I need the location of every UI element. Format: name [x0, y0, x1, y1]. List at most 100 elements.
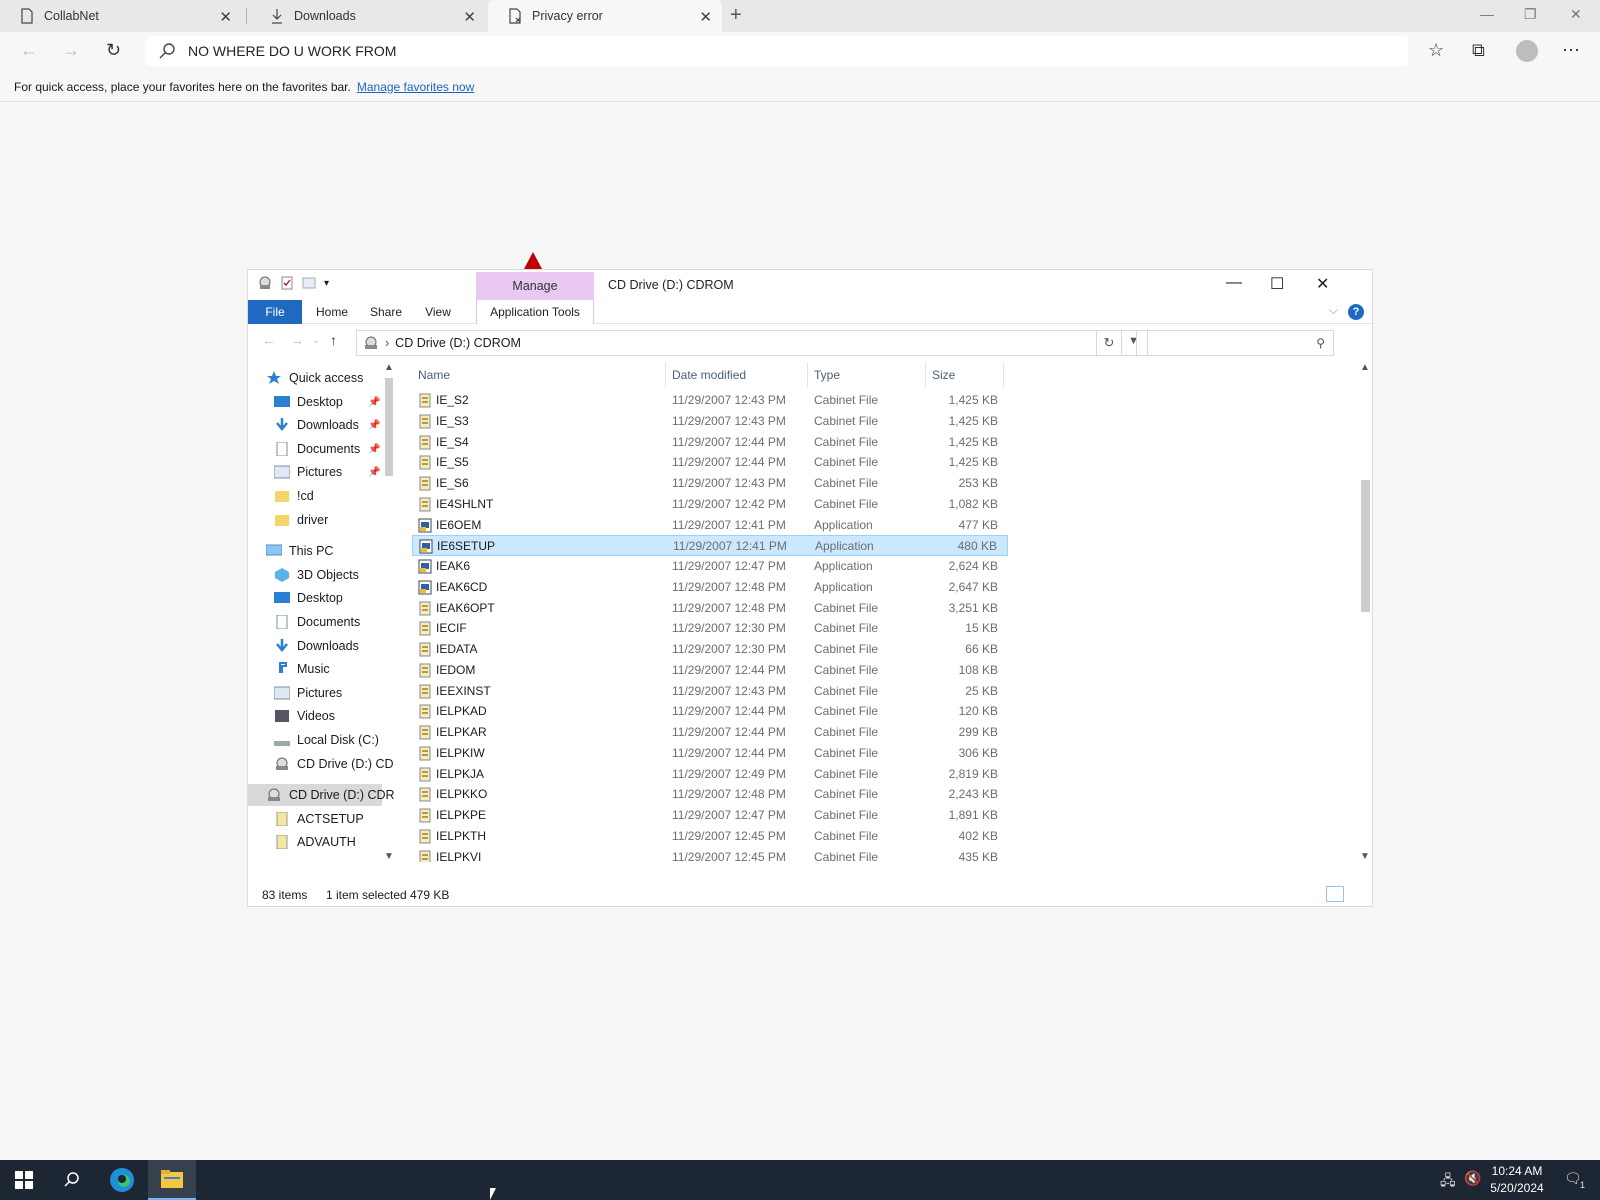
- file-list-scrollbar[interactable]: ▲ ▼: [1358, 362, 1372, 862]
- minimize-icon[interactable]: —: [1226, 274, 1242, 292]
- nav-item[interactable]: Documents 📌: [274, 438, 382, 460]
- file-row[interactable]: IE_S6 11/29/2007 12:43 PM Cabinet File 253 …: [412, 473, 1008, 494]
- start-button[interactable]: [0, 1160, 48, 1200]
- refresh-icon[interactable]: ↻: [106, 40, 121, 61]
- column-header-size[interactable]: Size: [926, 362, 1004, 388]
- file-row[interactable]: IE4SHLNT 11/29/2007 12:42 PM Cabinet File 1…: [412, 494, 1008, 515]
- pin-icon[interactable]: 📌: [368, 420, 380, 431]
- file-row[interactable]: IEAK6OPT 11/29/2007 12:48 PM Cabinet File 3…: [412, 598, 1008, 619]
- nav-item[interactable]: driver: [274, 509, 382, 531]
- clock[interactable]: 10:24 AM 5/20/2024: [1486, 1163, 1548, 1197]
- help-icon[interactable]: ?: [1348, 304, 1364, 320]
- forward-icon[interactable]: →: [290, 332, 304, 348]
- tab-downloads[interactable]: Downloads ✕: [250, 0, 486, 32]
- file-row[interactable]: IE_S3 11/29/2007 12:43 PM Cabinet File 1,42…: [412, 411, 1008, 432]
- refresh-icon[interactable]: ↻: [1096, 330, 1122, 356]
- nav-item[interactable]: Pictures 📌: [274, 461, 382, 483]
- manage-favorites-link[interactable]: Manage favorites now: [357, 80, 474, 94]
- file-row[interactable]: IE_S4 11/29/2007 12:44 PM Cabinet File 1,42…: [412, 432, 1008, 453]
- file-scroll-thumb[interactable]: [1361, 480, 1370, 612]
- nav-item[interactable]: CD Drive (D:) CD: [274, 753, 394, 775]
- tab-home[interactable]: Home: [308, 300, 356, 324]
- file-row[interactable]: IELPKAR 11/29/2007 12:44 PM Cabinet File 29…: [412, 722, 1008, 743]
- file-row[interactable]: IEEXINST 11/29/2007 12:43 PM Cabinet File 2…: [412, 681, 1008, 702]
- nav-item[interactable]: Desktop: [274, 587, 382, 609]
- tab-privacy-error[interactable]: Privacy error ✕: [488, 0, 722, 32]
- nav-item[interactable]: 3D Objects: [274, 564, 382, 586]
- search-input[interactable]: ⚲: [1136, 330, 1334, 356]
- nav-item[interactable]: Desktop 📌: [274, 391, 382, 413]
- file-row[interactable]: IEAK6 11/29/2007 12:47 PM Application 2,624…: [412, 556, 1008, 577]
- large-icons-view-icon[interactable]: [1348, 886, 1366, 902]
- nav-item[interactable]: This PC: [266, 540, 382, 562]
- pin-icon[interactable]: 📌: [368, 397, 380, 408]
- file-row[interactable]: IELPKAD 11/29/2007 12:44 PM Cabinet File 12…: [412, 701, 1008, 722]
- file-row[interactable]: IELPKJA 11/29/2007 12:49 PM Cabinet File 2,…: [412, 764, 1008, 785]
- nav-item[interactable]: Downloads 📌: [274, 414, 382, 436]
- pin-icon[interactable]: 📌: [368, 444, 380, 455]
- column-header-date-modified[interactable]: Date modified: [666, 362, 808, 388]
- file-row[interactable]: IELPKTH 11/29/2007 12:45 PM Cabinet File 40…: [412, 826, 1008, 847]
- address-bar[interactable]: NO WHERE DO U WORK FROM: [146, 36, 1408, 66]
- customize-qat-icon[interactable]: ▾: [324, 278, 329, 289]
- nav-item[interactable]: Pictures: [274, 682, 382, 704]
- file-row[interactable]: IE_S5 11/29/2007 12:44 PM Cabinet File 1,42…: [412, 452, 1008, 473]
- tab-application-tools[interactable]: Application Tools: [476, 300, 594, 324]
- volume-muted-icon[interactable]: 🔇: [1464, 1170, 1481, 1187]
- nav-item[interactable]: CD Drive (D:) CDR: [248, 784, 395, 806]
- new-folder-icon[interactable]: [302, 276, 316, 290]
- back-icon[interactable]: ←: [20, 40, 38, 61]
- back-icon[interactable]: ←: [262, 332, 276, 348]
- scroll-up-icon[interactable]: ▲: [384, 362, 394, 373]
- recent-locations-icon[interactable]: ⌄: [312, 335, 320, 346]
- nav-item[interactable]: Downloads: [274, 635, 382, 657]
- nav-item[interactable]: Quick access: [266, 367, 382, 389]
- nav-item[interactable]: Documents: [274, 611, 382, 633]
- nav-item[interactable]: ADVAUTH: [274, 831, 382, 853]
- close-icon[interactable]: ✕: [1316, 274, 1329, 294]
- file-row[interactable]: IELPKIW 11/29/2007 12:44 PM Cabinet File 30…: [412, 743, 1008, 764]
- close-tab-icon[interactable]: ✕: [699, 8, 712, 26]
- up-icon[interactable]: ↑: [330, 332, 337, 348]
- taskbar-edge-button[interactable]: [98, 1160, 146, 1200]
- file-row[interactable]: IE_S2 11/29/2007 12:43 PM Cabinet File 1,42…: [412, 390, 1008, 411]
- minimize-browser-icon[interactable]: —: [1480, 6, 1494, 22]
- restore-browser-icon[interactable]: ❐: [1524, 6, 1537, 23]
- tab-share[interactable]: Share: [362, 300, 410, 324]
- file-row[interactable]: IEDOM 11/29/2007 12:44 PM Cabinet File 108 …: [412, 660, 1008, 681]
- nav-scrollbar[interactable]: ▲ ▼: [382, 362, 396, 862]
- forward-icon[interactable]: →: [62, 40, 80, 61]
- column-header-type[interactable]: Type: [808, 362, 926, 388]
- favorites-icon[interactable]: ☆: [1428, 40, 1444, 61]
- drive-icon[interactable]: [258, 276, 272, 290]
- tab-file[interactable]: File: [248, 300, 302, 324]
- more-icon[interactable]: ⋯: [1562, 40, 1580, 61]
- file-row[interactable]: IELPKVI 11/29/2007 12:45 PM Cabinet File 43…: [412, 847, 1008, 862]
- scroll-up-icon[interactable]: ▲: [1360, 362, 1370, 373]
- properties-icon[interactable]: [280, 276, 294, 290]
- tab-view[interactable]: View: [416, 300, 460, 324]
- nav-scroll-thumb[interactable]: [385, 378, 393, 476]
- file-row[interactable]: IE6SETUP 11/29/2007 12:41 PM Application 48…: [412, 535, 1008, 557]
- column-header-name[interactable]: Name: [412, 362, 666, 388]
- file-row[interactable]: IELPKKO 11/29/2007 12:48 PM Cabinet File 2,…: [412, 784, 1008, 805]
- nav-item[interactable]: !cd: [274, 485, 382, 507]
- network-icon[interactable]: 🖧: [1440, 1170, 1456, 1194]
- close-browser-icon[interactable]: ✕: [1570, 6, 1582, 23]
- scroll-down-icon[interactable]: ▼: [384, 851, 394, 862]
- manage-tab[interactable]: Manage: [476, 272, 594, 300]
- scroll-down-icon[interactable]: ▼: [1360, 851, 1370, 862]
- taskbar-search-button[interactable]: [48, 1160, 96, 1200]
- file-row[interactable]: IEAK6CD 11/29/2007 12:48 PM Application 2,6…: [412, 577, 1008, 598]
- nav-item[interactable]: Videos: [274, 705, 382, 727]
- collections-icon[interactable]: ⧉: [1472, 40, 1485, 61]
- maximize-icon[interactable]: ☐: [1270, 274, 1284, 294]
- path-box[interactable]: › CD Drive (D:) CDROM ▼: [356, 330, 1148, 356]
- close-tab-icon[interactable]: ✕: [463, 8, 476, 26]
- new-tab-button[interactable]: +: [730, 4, 742, 27]
- file-row[interactable]: IE6OEM 11/29/2007 12:41 PM Application 477 …: [412, 515, 1008, 536]
- pin-icon[interactable]: 📌: [368, 467, 380, 478]
- file-row[interactable]: IEDATA 11/29/2007 12:30 PM Cabinet File 66 …: [412, 639, 1008, 660]
- file-row[interactable]: IECIF 11/29/2007 12:30 PM Cabinet File 15 K…: [412, 618, 1008, 639]
- nav-item[interactable]: Local Disk (C:): [274, 729, 382, 751]
